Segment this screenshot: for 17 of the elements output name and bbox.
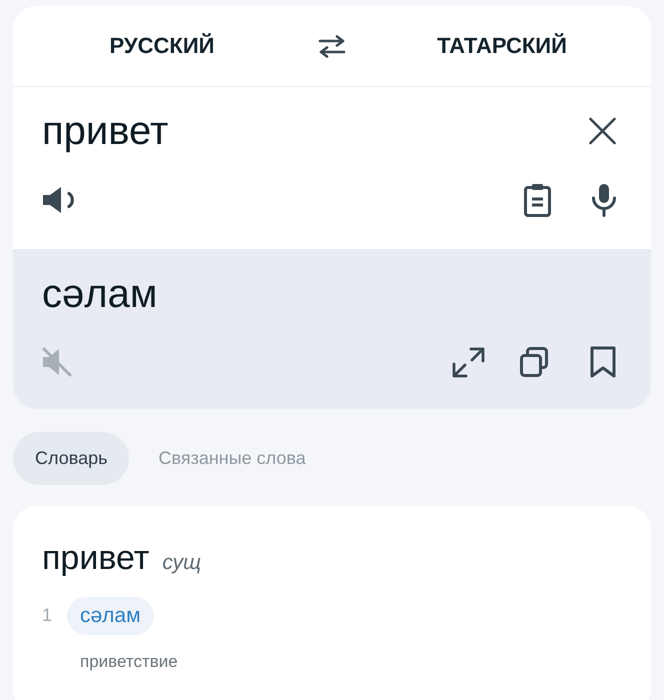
microphone-icon[interactable] <box>591 183 617 217</box>
target-language-button[interactable]: ТАТАРСКИЙ <box>437 32 567 60</box>
source-text-field[interactable]: привет <box>42 107 588 155</box>
source-language-button[interactable]: РУССКИЙ <box>110 32 214 60</box>
close-icon[interactable] <box>588 117 617 145</box>
tab[interactable]: Словарь <box>13 432 130 485</box>
bookmark-icon[interactable] <box>590 346 616 378</box>
part-of-speech: сущ <box>162 550 201 576</box>
translation-text: сәлам <box>42 271 158 318</box>
headword: привет <box>42 538 150 578</box>
expand-icon[interactable] <box>452 346 485 378</box>
sense-number: 1 <box>42 604 54 627</box>
translation-link[interactable]: сәлам <box>67 596 154 634</box>
swap-languages-icon[interactable] <box>318 34 346 58</box>
clipboard-icon[interactable] <box>524 183 551 217</box>
copy-icon[interactable] <box>520 347 548 377</box>
sense-gloss: приветствие <box>80 650 179 672</box>
